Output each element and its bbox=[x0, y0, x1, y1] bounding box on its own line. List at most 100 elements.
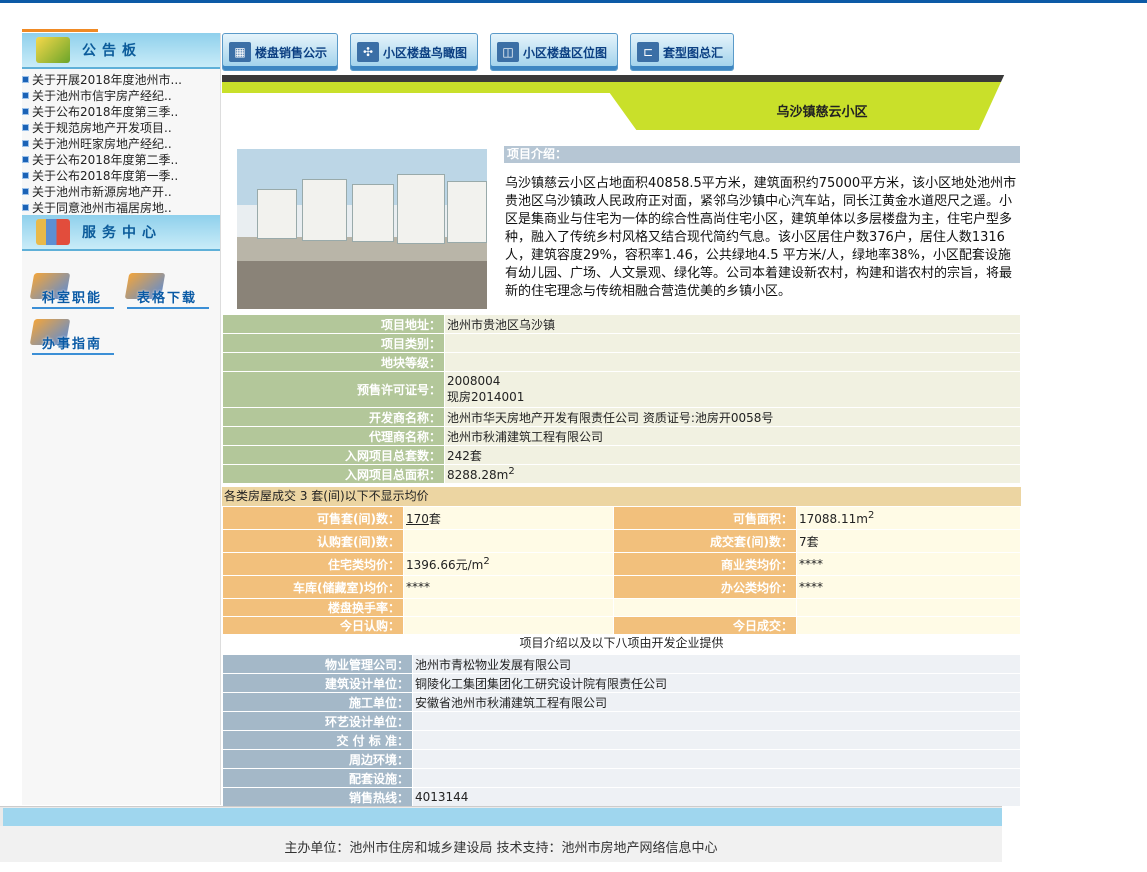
bullet-icon bbox=[22, 139, 29, 147]
delivery-label: 交 付 标 准： bbox=[222, 730, 413, 750]
today-sold-label: 今日成交： bbox=[613, 616, 797, 635]
notice-item[interactable]: 关于同意池州市福居房地.. bbox=[22, 199, 220, 215]
intro-text: 乌沙镇慈云小区占地面积40858.5平方米，建筑面积约75000平方米，该小区地… bbox=[505, 176, 1017, 299]
type-label: 项目类别： bbox=[222, 333, 445, 353]
design-unit-label: 建筑设计单位： bbox=[222, 673, 413, 693]
address-label: 项目地址： bbox=[222, 314, 445, 334]
garage-avg-label: 车库(储藏室)均价： bbox=[222, 575, 404, 599]
project-banner: 乌沙镇慈云小区 bbox=[222, 75, 1021, 130]
service-guide-button[interactable]: 办事指南 bbox=[29, 319, 114, 355]
provided-note: 项目介绍以及以下八项由开发企业提供 bbox=[519, 636, 724, 650]
basic-info-table: 项目地址： 池州市贵池区乌沙镇 项目类别： 地块等级： 预售许可证号： 200800… bbox=[222, 314, 1021, 484]
aerial-view-button[interactable]: ✣ 小区楼盘鸟瞰图 bbox=[350, 33, 479, 71]
delivery-value bbox=[412, 730, 1021, 750]
project-title: 乌沙镇慈云小区 bbox=[776, 105, 868, 120]
com-avg-value: **** bbox=[796, 552, 1021, 576]
developer-value: 池州市华天房地产开发有限责任公司 资质证号:池房开0058号 bbox=[444, 407, 1021, 427]
bullet-icon bbox=[22, 91, 29, 99]
bullet-icon bbox=[22, 107, 29, 115]
property-mgmt-label: 物业管理公司： bbox=[222, 654, 413, 674]
bullet-icon bbox=[22, 187, 29, 195]
construction-label: 施工单位： bbox=[222, 692, 413, 712]
books-icon bbox=[36, 219, 70, 245]
grade-label: 地块等级： bbox=[222, 352, 445, 372]
total-area-label: 入网项目总面积： bbox=[222, 464, 445, 484]
floor-plan-button[interactable]: ⊏ 套型图总汇 bbox=[630, 33, 735, 71]
location-map-button[interactable]: ◫ 小区楼盘区位图 bbox=[490, 33, 619, 71]
res-avg-value: 1396.66元/m2 bbox=[403, 552, 614, 576]
sales-table: 可售套(间)数： 170套 可售面积： 17088.11m2 认购套(间)数： … bbox=[222, 506, 1021, 635]
service-buttons: 科室职能 表格下载 办事指南 bbox=[22, 251, 220, 355]
notice-item[interactable]: 关于公布2018年度第二季.. bbox=[22, 151, 220, 167]
office-avg-label: 办公类均价： bbox=[613, 575, 797, 599]
top-border bbox=[0, 0, 1147, 3]
hotline-label: 销售热线： bbox=[222, 787, 413, 807]
avail-units-value: 170套 bbox=[403, 506, 614, 530]
service-center-header: 服务中心 bbox=[22, 215, 220, 251]
landscape-value bbox=[412, 711, 1021, 731]
notice-item[interactable]: 关于池州市信宇房产经纪.. bbox=[22, 87, 220, 103]
subscribed-value bbox=[403, 529, 614, 553]
agent-value: 池州市秋浦建筑工程有限公司 bbox=[444, 426, 1021, 446]
notice-item[interactable]: 关于公布2018年度第一季.. bbox=[22, 167, 220, 183]
sidebar: 公告板 关于开展2018年度池州市... 关于池州市信宇房产经纪.. 关于公布2… bbox=[22, 33, 221, 805]
sales-note: 各类房屋成交 3 套(间)以下不显示均价 bbox=[222, 487, 1021, 506]
today-sub-label: 今日认购： bbox=[222, 616, 404, 635]
project-toolbar: ▦ 楼盘销售公示 ✣ 小区楼盘鸟瞰图 ◫ 小区楼盘区位图 ⊏ 套型图总汇 bbox=[222, 33, 735, 71]
type-value bbox=[444, 333, 1021, 353]
avail-units-link[interactable]: 170 bbox=[406, 512, 429, 526]
today-sold-value bbox=[796, 616, 1021, 635]
surroundings-label: 周边环境： bbox=[222, 749, 413, 769]
aerial-icon: ✣ bbox=[357, 42, 380, 62]
bullet-icon bbox=[22, 75, 29, 83]
notice-item[interactable]: 关于公布2018年度第三季.. bbox=[22, 103, 220, 119]
grade-value bbox=[444, 352, 1021, 372]
total-area-value: 8288.28m2 bbox=[444, 464, 1021, 484]
developer-label: 开发商名称： bbox=[222, 407, 445, 427]
notice-item[interactable]: 关于池州旺家房地产经纪.. bbox=[22, 135, 220, 151]
notice-item[interactable]: 关于开展2018年度池州市... bbox=[22, 71, 220, 87]
turnover-label: 楼盘换手率： bbox=[222, 598, 404, 617]
form-download-button[interactable]: 表格下载 bbox=[124, 273, 209, 309]
map-icon: ◫ bbox=[497, 42, 520, 62]
notice-board-title: 公告板 bbox=[82, 43, 142, 59]
building-icon: ▦ bbox=[229, 42, 251, 62]
address-value: 池州市贵池区乌沙镇 bbox=[444, 314, 1021, 334]
intro-label: 项目介绍： bbox=[504, 146, 1020, 163]
notice-list: 关于开展2018年度池州市... 关于池州市信宇房产经纪.. 关于公布2018年… bbox=[22, 69, 220, 215]
sold-label: 成交套(间)数： bbox=[613, 529, 797, 553]
office-avg-value: **** bbox=[796, 575, 1021, 599]
notice-board-icon bbox=[36, 37, 70, 63]
garage-avg-value: **** bbox=[403, 575, 614, 599]
agent-label: 代理商名称： bbox=[222, 426, 445, 446]
avail-units-label: 可售套(间)数： bbox=[222, 506, 404, 530]
notice-item[interactable]: 关于规范房地产开发项目.. bbox=[22, 119, 220, 135]
footer-credits: 主办单位：池州市住房和城乡建设局 技术支持：池州市房地产网络信息中心 bbox=[0, 826, 1002, 862]
subscribed-label: 认购套(间)数： bbox=[222, 529, 404, 553]
service-center-title: 服务中心 bbox=[82, 225, 162, 241]
com-avg-label: 商业类均价： bbox=[613, 552, 797, 576]
project-intro: 项目介绍： 乌沙镇慈云小区占地面积40858.5平方米，建筑面积约75000平方… bbox=[222, 146, 1021, 312]
dept-duties-button[interactable]: 科室职能 bbox=[29, 273, 114, 309]
bullet-icon bbox=[22, 155, 29, 163]
construction-value: 安徽省池州市秋浦建筑工程有限公司 bbox=[412, 692, 1021, 712]
sold-value: 7套 bbox=[796, 529, 1021, 553]
landscape-label: 环艺设计单位： bbox=[222, 711, 413, 731]
bullet-icon bbox=[22, 123, 29, 131]
hotline-value: 4013144 bbox=[412, 787, 1021, 807]
facilities-value bbox=[412, 768, 1021, 788]
property-mgmt-value: 池州市青松物业发展有限公司 bbox=[412, 654, 1021, 674]
orange-accent bbox=[22, 29, 98, 32]
sales-notice-button[interactable]: ▦ 楼盘销售公示 bbox=[222, 33, 339, 71]
bullet-icon bbox=[22, 203, 29, 211]
permit-value: 2008004 现房2014001 bbox=[444, 371, 1021, 408]
res-avg-label: 住宅类均价： bbox=[222, 552, 404, 576]
facilities-label: 配套设施： bbox=[222, 768, 413, 788]
extra-info-table: 物业管理公司： 池州市青松物业发展有限公司 建筑设计单位： 铜陵化工集团集团化工研究… bbox=[222, 654, 1021, 807]
design-unit-value: 铜陵化工集团集团化工研究设计院有限责任公司 bbox=[412, 673, 1021, 693]
today-sub-value bbox=[403, 616, 614, 635]
footer-bar bbox=[3, 808, 1002, 826]
notice-item[interactable]: 关于池州市新源房地产开.. bbox=[22, 183, 220, 199]
bullet-icon bbox=[22, 171, 29, 179]
permit-label: 预售许可证号： bbox=[222, 371, 445, 408]
